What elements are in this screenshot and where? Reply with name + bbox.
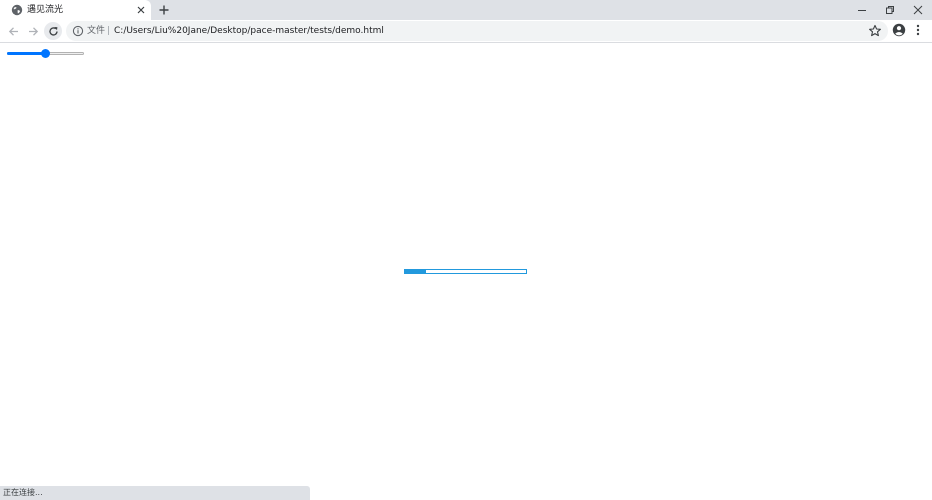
status-bubble: 正在连接... — [0, 486, 310, 500]
restore-button[interactable] — [876, 0, 904, 20]
url-text[interactable]: C:/Users/Liu%20Jane/Desktop/pace-master/… — [114, 24, 384, 38]
forward-button[interactable] — [24, 22, 42, 40]
omnibox-separator: | — [107, 26, 111, 36]
more-vertical-icon — [916, 24, 920, 36]
browser-window: 遇见流光 文件 | C:/Users/Liu%20Jane/Desktop/pa… — [0, 0, 932, 500]
globe-icon — [11, 4, 23, 16]
status-text: 正在连接... — [3, 488, 43, 497]
range-slider-fill — [7, 52, 46, 55]
tab-close-button[interactable] — [135, 4, 147, 16]
minimize-button[interactable] — [848, 0, 876, 20]
reload-button[interactable] — [44, 22, 62, 40]
info-icon[interactable] — [72, 25, 84, 37]
page-content — [0, 43, 932, 500]
file-scheme-label: 文件 — [87, 26, 106, 36]
new-tab-button[interactable] — [157, 3, 171, 17]
back-button[interactable] — [4, 22, 22, 40]
restore-icon — [886, 6, 894, 14]
window-close-button[interactable] — [904, 0, 932, 20]
close-icon — [913, 5, 923, 15]
plus-icon — [159, 5, 169, 15]
arrow-right-icon — [28, 26, 38, 36]
range-slider-thumb[interactable] — [41, 49, 50, 58]
tab-strip: 遇见流光 — [0, 0, 932, 20]
minimize-icon — [858, 10, 866, 11]
pace-progress-fill — [405, 270, 426, 273]
star-icon[interactable] — [868, 24, 882, 38]
close-icon — [137, 6, 145, 14]
account-icon[interactable] — [892, 23, 906, 37]
pace-progress-bar — [404, 269, 527, 274]
range-slider[interactable] — [7, 49, 84, 59]
reload-icon — [48, 26, 58, 36]
arrow-left-icon — [8, 26, 18, 36]
menu-button[interactable] — [912, 23, 924, 37]
toolbar: 文件 | C:/Users/Liu%20Jane/Desktop/pace-ma… — [0, 20, 932, 43]
tab-title: 遇见流光 — [27, 5, 64, 15]
address-bar[interactable]: 文件 | C:/Users/Liu%20Jane/Desktop/pace-ma… — [66, 21, 888, 41]
tab-active[interactable]: 遇见流光 — [0, 0, 151, 20]
